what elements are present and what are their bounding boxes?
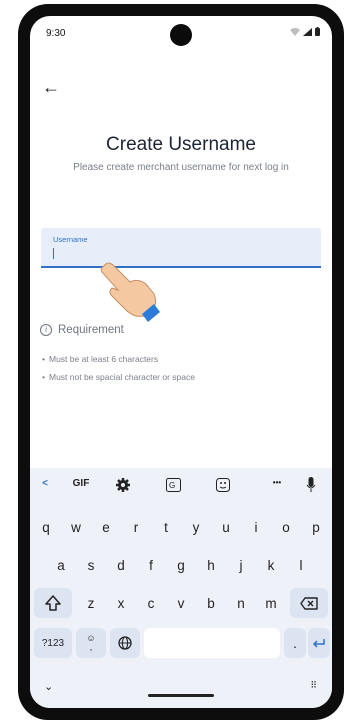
sticker-icon[interactable]	[216, 478, 230, 492]
tap-hand-icon	[100, 262, 160, 322]
keyboard-collapse-icon[interactable]: <	[34, 478, 56, 489]
key-s[interactable]: s	[77, 550, 105, 580]
screen: 9:30 ← Create Username Please create mer…	[30, 16, 332, 708]
requirement-heading: i Requirement	[40, 324, 124, 336]
period-key[interactable]: .	[284, 628, 306, 658]
requirement-title: Requirement	[58, 324, 124, 336]
gesture-handle[interactable]	[148, 694, 214, 697]
signal-icon	[303, 27, 312, 36]
enter-icon	[312, 638, 325, 648]
key-q[interactable]: q	[32, 512, 60, 542]
shift-icon	[45, 595, 61, 611]
key-k[interactable]: k	[257, 550, 285, 580]
microphone-icon[interactable]	[306, 477, 316, 493]
shift-key[interactable]	[34, 588, 72, 618]
key-b[interactable]: b	[197, 588, 225, 618]
symbols-key[interactable]: ?123	[34, 628, 72, 658]
key-l[interactable]: l	[287, 550, 315, 580]
key-a[interactable]: a	[47, 550, 75, 580]
translate-icon[interactable]: G	[166, 478, 181, 492]
page-subtitle: Please create merchant username for next…	[73, 162, 289, 173]
svg-text:G: G	[169, 481, 175, 490]
more-options-button[interactable]: •••	[266, 478, 288, 487]
key-w[interactable]: w	[62, 512, 90, 542]
emoji-comma-key[interactable]: ☺ ,	[76, 628, 106, 658]
username-field[interactable]: Username	[41, 228, 321, 268]
key-g[interactable]: g	[167, 550, 195, 580]
space-bar[interactable]	[144, 628, 280, 658]
back-arrow-icon[interactable]: ←	[42, 78, 60, 96]
hide-keyboard-icon[interactable]: ⌄	[44, 680, 53, 693]
keyboard-toolbar: < GIF G •••	[30, 474, 332, 498]
system-icons	[290, 27, 320, 36]
requirement-list: Must be at least 6 characters Must not b…	[42, 350, 195, 386]
language-key[interactable]	[110, 628, 140, 658]
key-o[interactable]: o	[272, 512, 300, 542]
key-v[interactable]: v	[167, 588, 195, 618]
keyboard: < GIF G ••• q w e r t y u i o p a s d f …	[30, 468, 332, 708]
camera-cutout	[170, 24, 192, 46]
info-icon: i	[40, 324, 52, 336]
settings-icon[interactable]	[116, 478, 130, 492]
key-c[interactable]: c	[137, 588, 165, 618]
requirement-item: Must not be spacial character or space	[42, 368, 195, 386]
status-time: 9:30	[46, 28, 66, 39]
key-t[interactable]: t	[152, 512, 180, 542]
key-y[interactable]: y	[182, 512, 210, 542]
key-u[interactable]: u	[212, 512, 240, 542]
text-cursor	[53, 248, 54, 259]
key-e[interactable]: e	[92, 512, 120, 542]
key-f[interactable]: f	[137, 550, 165, 580]
username-label: Username	[53, 235, 88, 244]
backspace-key[interactable]	[290, 588, 328, 618]
key-h[interactable]: h	[197, 550, 225, 580]
key-x[interactable]: x	[107, 588, 135, 618]
status-bar: 9:30	[30, 16, 332, 46]
key-n[interactable]: n	[227, 588, 255, 618]
battery-icon	[315, 27, 320, 36]
key-j[interactable]: j	[227, 550, 255, 580]
requirement-item: Must be at least 6 characters	[42, 350, 195, 368]
gif-button[interactable]: GIF	[66, 478, 96, 489]
keyboard-switch-icon[interactable]: ⠿	[310, 680, 318, 691]
key-d[interactable]: d	[107, 550, 135, 580]
key-z[interactable]: z	[77, 588, 105, 618]
phone-frame: 9:30 ← Create Username Please create mer…	[18, 4, 344, 720]
enter-key[interactable]	[308, 628, 330, 658]
key-i[interactable]: i	[242, 512, 270, 542]
page-title: Create Username	[106, 134, 256, 155]
globe-icon	[118, 636, 132, 650]
key-r[interactable]: r	[122, 512, 150, 542]
wifi-icon	[290, 27, 300, 36]
key-p[interactable]: p	[302, 512, 330, 542]
key-m[interactable]: m	[257, 588, 285, 618]
backspace-icon	[300, 596, 318, 610]
